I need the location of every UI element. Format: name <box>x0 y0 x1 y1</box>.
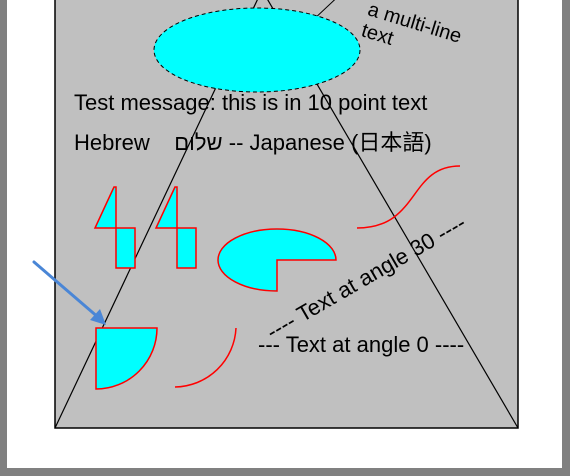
text-angle-0: --- Text at angle 0 ---- <box>258 332 464 357</box>
test-message-text: Test message: this is in 10 point text <box>74 90 427 115</box>
hebrew-japanese-text: Hebrew שלום -- Japanese (日本語) <box>74 130 432 155</box>
drawing-canvas: a multi-line text Test message: this is … <box>0 0 570 476</box>
cyan-ellipse <box>153 7 361 93</box>
